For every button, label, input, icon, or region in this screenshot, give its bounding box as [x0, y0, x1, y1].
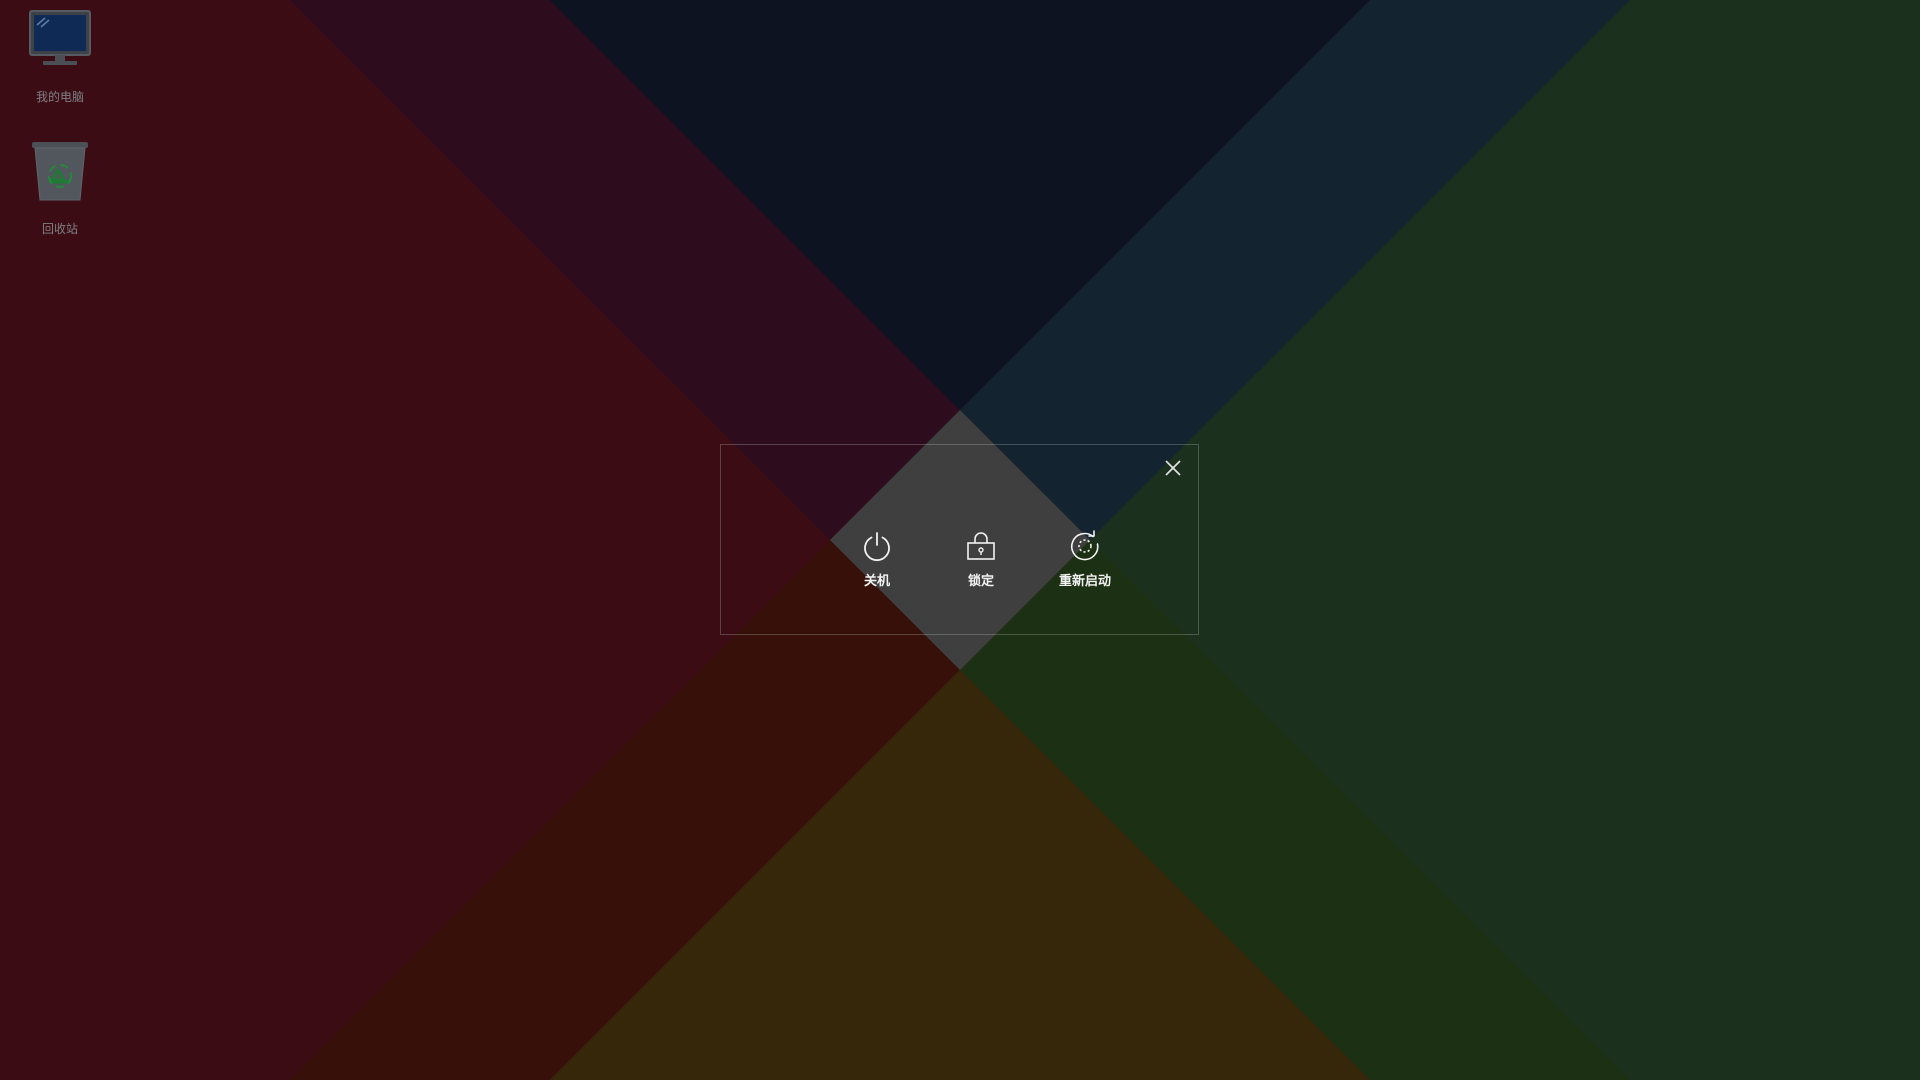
lock-icon — [964, 529, 998, 563]
desktop-icon-label: 回收站 — [41, 222, 78, 236]
close-icon — [1165, 460, 1181, 476]
desktop: 我的电脑 回收站 关机 锁定 重新启动 — [0, 0, 1920, 1080]
close-button[interactable] — [1162, 457, 1184, 479]
lock-button[interactable]: 锁定 — [936, 529, 1026, 589]
restart-label: 重新启动 — [1058, 574, 1111, 589]
desktop-icon-recycle-bin[interactable]: 回收站 — [10, 136, 110, 237]
shutdown-label: 关机 — [863, 574, 890, 589]
power-dialog: 关机 锁定 重新启动 — [720, 444, 1199, 635]
restart-icon — [1068, 529, 1102, 563]
desktop-icon-my-computer[interactable]: 我的电脑 — [10, 4, 110, 105]
restart-button[interactable]: 重新启动 — [1040, 529, 1130, 589]
lock-label: 锁定 — [967, 574, 994, 589]
computer-monitor-icon — [25, 4, 95, 74]
shutdown-button[interactable]: 关机 — [832, 529, 922, 589]
recycle-bin-icon — [25, 136, 95, 206]
power-icon — [860, 529, 894, 563]
desktop-icon-label: 我的电脑 — [35, 90, 84, 104]
